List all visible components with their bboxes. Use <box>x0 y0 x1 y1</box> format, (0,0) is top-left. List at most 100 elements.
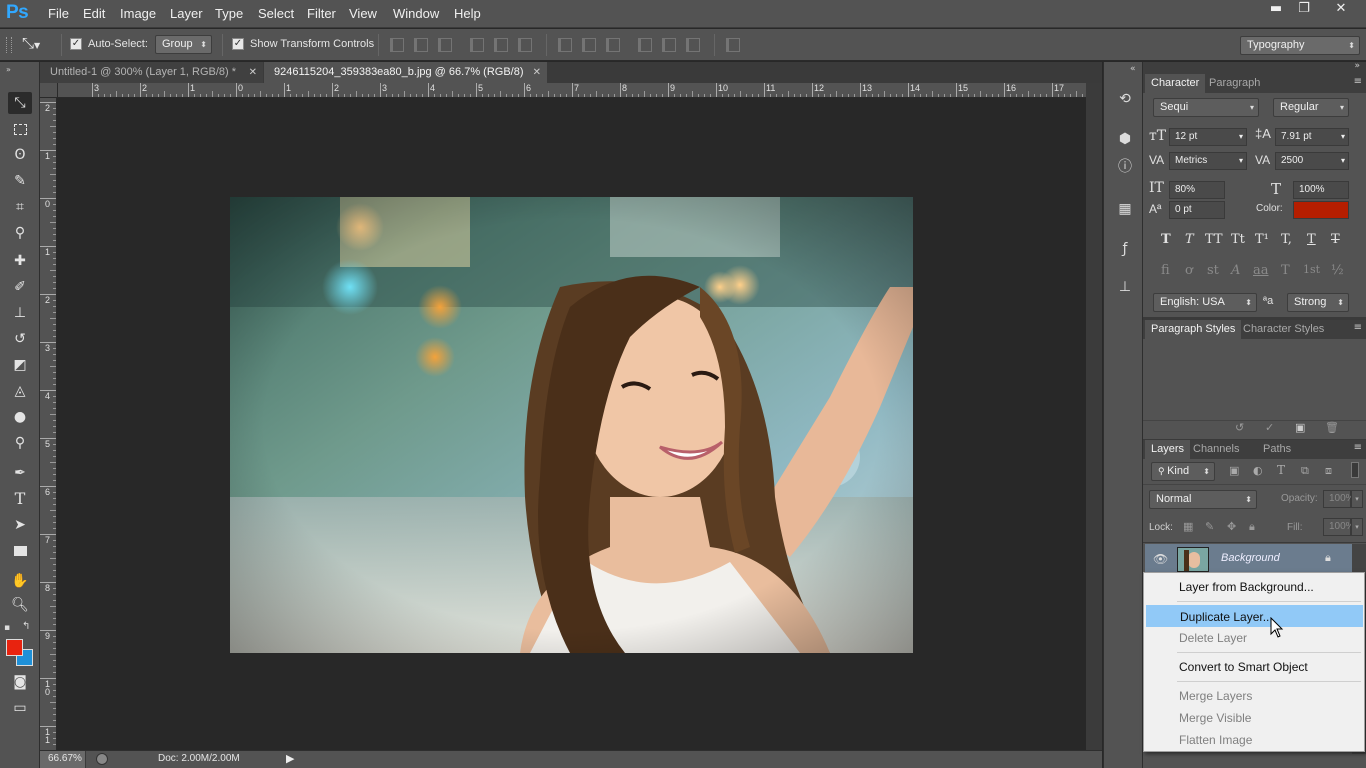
tab-paragraph[interactable]: Paragraph <box>1203 74 1266 93</box>
superscript-button[interactable]: T¹ <box>1255 232 1269 247</box>
strikethrough-button[interactable]: T <box>1331 232 1340 247</box>
tab-character[interactable]: Character <box>1145 74 1206 93</box>
filter-toggle-switch[interactable] <box>1351 462 1359 478</box>
menu-item-layer-from-background[interactable]: Layer from Background... <box>1146 576 1363 598</box>
font-family-select[interactable]: Sequi ▾ <box>1153 98 1259 117</box>
baseline-shift-field[interactable]: 0 pt <box>1169 201 1225 219</box>
fill-field[interactable]: 100% <box>1323 518 1355 536</box>
distribute-hcenter-icon[interactable] <box>662 38 676 52</box>
kerning-field[interactable]: Metrics ▾ <box>1169 152 1247 170</box>
ordinals-button[interactable]: 1st <box>1303 263 1320 276</box>
tab-paragraph-styles[interactable]: Paragraph Styles <box>1145 320 1242 339</box>
grip-handle[interactable] <box>6 37 12 53</box>
font-style-select[interactable]: Regular ▾ <box>1273 98 1349 117</box>
menu-item-merge-layers[interactable]: Merge Layers <box>1146 685 1363 707</box>
menu-item-duplicate-layer[interactable]: Duplicate Layer... <box>1146 605 1363 627</box>
fractions-button[interactable]: ½ <box>1331 263 1344 278</box>
doc-tab-photo[interactable]: 9246115204_359383ea80_b.jpg @ 66.7% (RGB… <box>264 62 547 83</box>
auto-align-layers-icon[interactable] <box>726 38 740 52</box>
type-tool-icon[interactable]: T <box>8 488 32 510</box>
eyedropper-tool-icon[interactable]: ⚲ <box>8 222 32 244</box>
menu-filter[interactable]: Filter <box>307 6 336 21</box>
panel-menu-icon[interactable]: ≡ <box>1354 322 1362 333</box>
move-tool-icon[interactable]: ⤡ <box>8 92 32 114</box>
history-panel-icon[interactable]: ⟲ <box>1114 88 1136 110</box>
subscript-button[interactable]: T, <box>1281 232 1292 247</box>
3d-panel-icon[interactable]: ⬢ <box>1114 128 1136 150</box>
zoom-field[interactable]: 66.67% <box>40 751 86 768</box>
document-image[interactable] <box>230 197 913 653</box>
distribute-vcenter-icon[interactable] <box>582 38 596 52</box>
vertical-scrollbar[interactable] <box>1086 83 1102 750</box>
tab-paths[interactable]: Paths <box>1257 440 1297 459</box>
menu-type[interactable]: Type <box>215 6 243 21</box>
panel-menu-icon[interactable]: ≡ <box>1354 76 1362 87</box>
ligatures-button[interactable]: fi <box>1161 263 1170 278</box>
swash-button[interactable]: st <box>1207 263 1219 278</box>
crop-tool-icon[interactable]: ⌗ <box>8 196 32 218</box>
info-panel-icon[interactable]: ⓘ <box>1114 156 1136 178</box>
antialias-select[interactable]: Strong ⬍ <box>1287 293 1349 312</box>
filter-pixel-icon[interactable]: ▣ <box>1229 464 1239 477</box>
faux-italic-button[interactable]: T <box>1185 232 1194 247</box>
panel-menu-icon[interactable]: ≡ <box>1354 442 1362 453</box>
swatches-panel-icon[interactable]: ▦ <box>1114 198 1136 220</box>
menu-help[interactable]: Help <box>454 6 481 21</box>
pen-tool-icon[interactable]: ✒ <box>8 462 32 484</box>
auto-select-dropdown[interactable]: Group ⬍ <box>155 35 212 54</box>
eraser-tool-icon[interactable]: ◩ <box>8 354 32 376</box>
lock-transparent-icon[interactable]: ▦ <box>1183 520 1193 533</box>
menu-file[interactable]: File <box>48 6 69 21</box>
tab-channels[interactable]: Channels <box>1187 440 1245 459</box>
default-colors-icon[interactable]: ▪ <box>4 623 10 633</box>
text-color-swatch[interactable] <box>1293 201 1349 219</box>
tab-character-styles[interactable]: Character Styles <box>1237 320 1330 339</box>
hand-tool-icon[interactable]: ✋ <box>8 570 32 592</box>
redefine-style-icon[interactable]: ✓ <box>1265 421 1274 434</box>
restore-button[interactable]: ❐ <box>1289 0 1319 20</box>
menu-item-convert-to-smart-object[interactable]: Convert to Smart Object <box>1146 656 1363 678</box>
align-left-icon[interactable] <box>470 38 484 52</box>
path-select-tool-icon[interactable]: ➤ <box>8 514 32 536</box>
layer-filter-kind[interactable]: ⚲ Kind ⬍ <box>1151 462 1215 481</box>
align-top-icon[interactable] <box>390 38 404 52</box>
lock-all-icon[interactable]: 🔒︎ <box>1249 520 1255 534</box>
history-brush-tool-icon[interactable]: ↺ <box>8 328 32 350</box>
discretionary-ligatures-button[interactable]: ơ <box>1185 263 1193 278</box>
doc-tab-untitled[interactable]: Untitled-1 @ 300% (Layer 1, RGB/8) * ✕ <box>40 62 263 83</box>
filter-shape-icon[interactable]: ⧉ <box>1301 464 1309 478</box>
dodge-tool-icon[interactable]: ⚲ <box>8 432 32 454</box>
menu-window[interactable]: Window <box>393 6 439 21</box>
clear-override-icon[interactable]: ↺ <box>1235 421 1244 434</box>
menu-item-flatten-image[interactable]: Flatten Image <box>1146 729 1363 751</box>
status-menu-arrow-icon[interactable]: ▶ <box>286 752 294 765</box>
align-hcenter-icon[interactable] <box>494 38 508 52</box>
new-style-icon[interactable]: ▣ <box>1295 421 1305 434</box>
menu-select[interactable]: Select <box>258 6 294 21</box>
menu-item-delete-layer[interactable]: Delete Layer <box>1146 627 1363 649</box>
collapse-toolbox-icon[interactable]: » <box>6 65 11 74</box>
clone-stamp-tool-icon[interactable]: ⊥ <box>8 302 32 324</box>
leading-field[interactable]: 7.91 pt ▾ <box>1275 128 1349 146</box>
tool-presets-icon[interactable]: ⊥ <box>1114 276 1136 298</box>
filter-type-icon[interactable]: T <box>1277 463 1285 477</box>
faux-bold-button[interactable]: T <box>1161 232 1171 247</box>
menu-item-merge-visible[interactable]: Merge Visible <box>1146 707 1363 729</box>
horizontal-scale-field[interactable]: 100% <box>1293 181 1349 199</box>
transform-controls-checkbox[interactable]: ✓ <box>232 38 244 50</box>
marquee-tool-icon[interactable] <box>8 118 32 140</box>
styles-panel-icon[interactable]: ƒ <box>1114 238 1136 260</box>
distribute-bottom-icon[interactable] <box>606 38 620 52</box>
brush-tool-icon[interactable]: ✐ <box>8 276 32 298</box>
screen-mode-icon[interactable]: ▭ <box>8 697 32 719</box>
distribute-right-icon[interactable] <box>686 38 700 52</box>
lock-pixels-icon[interactable]: ✎ <box>1205 520 1214 533</box>
distribute-left-icon[interactable] <box>638 38 652 52</box>
vertical-scale-field[interactable]: 80% <box>1169 181 1225 199</box>
ordinals-t-button[interactable]: T <box>1281 263 1290 278</box>
titling-alternates-button[interactable]: aa <box>1253 263 1269 278</box>
collapse-panels-icon[interactable]: » <box>1354 61 1360 71</box>
align-vcenter-icon[interactable] <box>414 38 428 52</box>
menu-view[interactable]: View <box>349 6 377 21</box>
filter-adjustment-icon[interactable]: ◐ <box>1253 464 1263 477</box>
